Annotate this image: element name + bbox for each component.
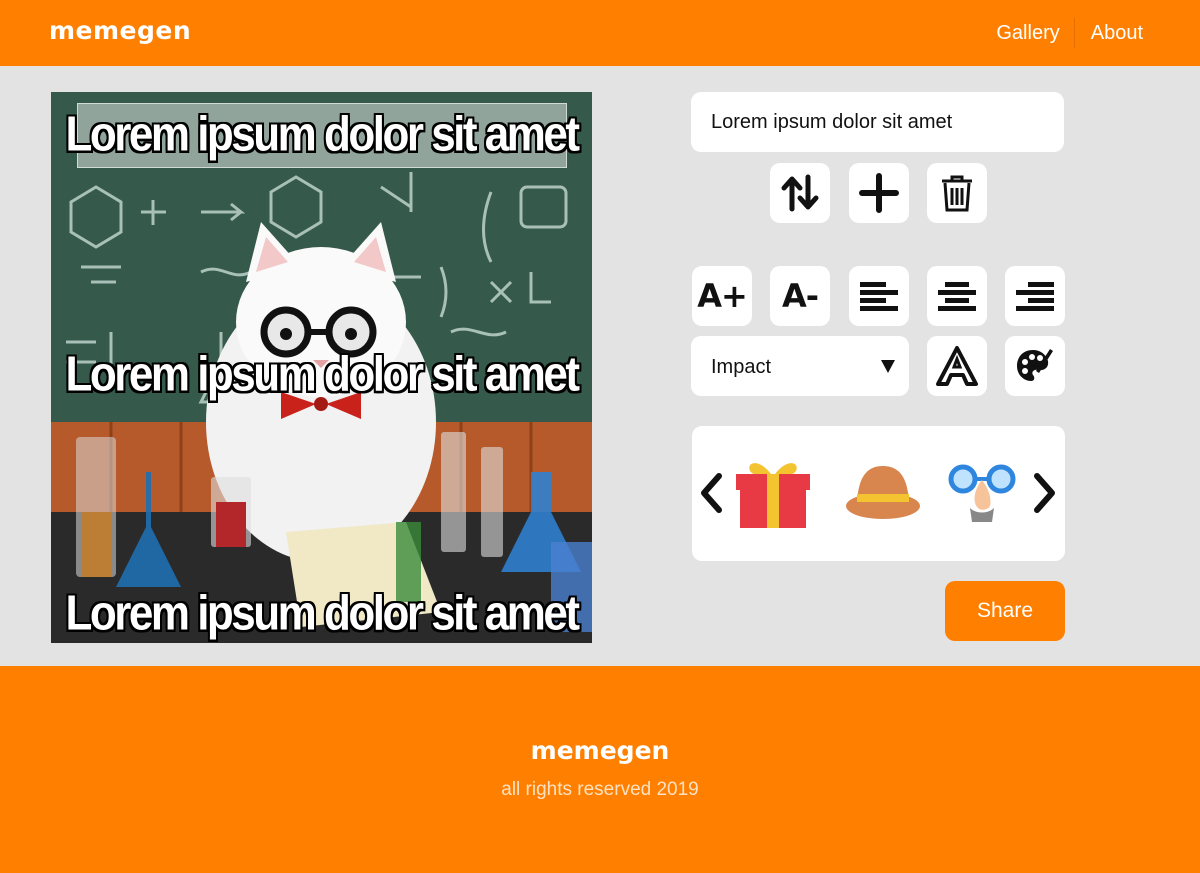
align-center-icon — [938, 282, 976, 311]
align-right-button[interactable] — [1005, 266, 1065, 326]
header: memegen Gallery About — [0, 0, 1200, 66]
decrease-font-button[interactable]: A- — [770, 266, 830, 326]
align-center-button[interactable] — [927, 266, 987, 326]
nav-gallery-link[interactable]: Gallery — [996, 22, 1059, 45]
meme-canvas[interactable]: Lorem ipsum dolor sit amet Lorem ipsum d… — [51, 92, 592, 643]
copyright-text: all rights reserved 2019 — [501, 779, 699, 800]
text-color-button[interactable] — [1005, 336, 1065, 396]
font-family-select[interactable]: Impact — [691, 336, 909, 396]
footer-logo: memegen — [530, 736, 670, 765]
logo[interactable]: memegen — [49, 16, 191, 45]
increase-font-button[interactable]: A+ — [692, 266, 752, 326]
footer: memegen all rights reserved 2019 — [0, 666, 1200, 873]
increase-font-label: A+ — [697, 277, 748, 315]
plus-icon — [859, 173, 899, 213]
add-line-button[interactable] — [849, 163, 909, 223]
font-family-value: Impact — [711, 356, 772, 378]
hat-sticker[interactable] — [844, 464, 922, 522]
chevron-left-icon[interactable] — [698, 472, 724, 514]
dropdown-arrow-icon — [881, 360, 895, 373]
align-right-icon — [1016, 282, 1054, 311]
line-text-input[interactable] — [691, 92, 1064, 152]
text-stroke-button[interactable] — [927, 336, 987, 396]
switch-line-button[interactable] — [770, 163, 830, 223]
decrease-font-label: A- — [781, 277, 819, 315]
nav-about-link[interactable]: About — [1091, 22, 1143, 45]
trash-icon — [942, 175, 972, 212]
sticker-carousel — [692, 426, 1065, 561]
align-left-button[interactable] — [849, 266, 909, 326]
nav-divider — [1073, 18, 1075, 48]
share-button[interactable]: Share — [945, 581, 1065, 641]
swap-arrows-icon — [781, 174, 819, 212]
main-nav: Gallery About — [996, 18, 1143, 48]
glasses-nose-sticker[interactable] — [948, 462, 1016, 526]
outline-letter-icon — [936, 346, 978, 386]
gift-sticker[interactable] — [734, 456, 812, 530]
delete-line-button[interactable] — [927, 163, 987, 223]
chevron-right-icon[interactable] — [1032, 472, 1058, 514]
align-left-icon — [860, 282, 898, 311]
meme-line-top[interactable]: Lorem ipsum dolor sit amet — [51, 107, 592, 163]
meme-line-middle[interactable]: Lorem ipsum dolor sit amet — [51, 347, 592, 403]
meme-line-bottom[interactable]: Lorem ipsum dolor sit amet — [51, 586, 592, 642]
palette-icon — [1017, 349, 1053, 381]
